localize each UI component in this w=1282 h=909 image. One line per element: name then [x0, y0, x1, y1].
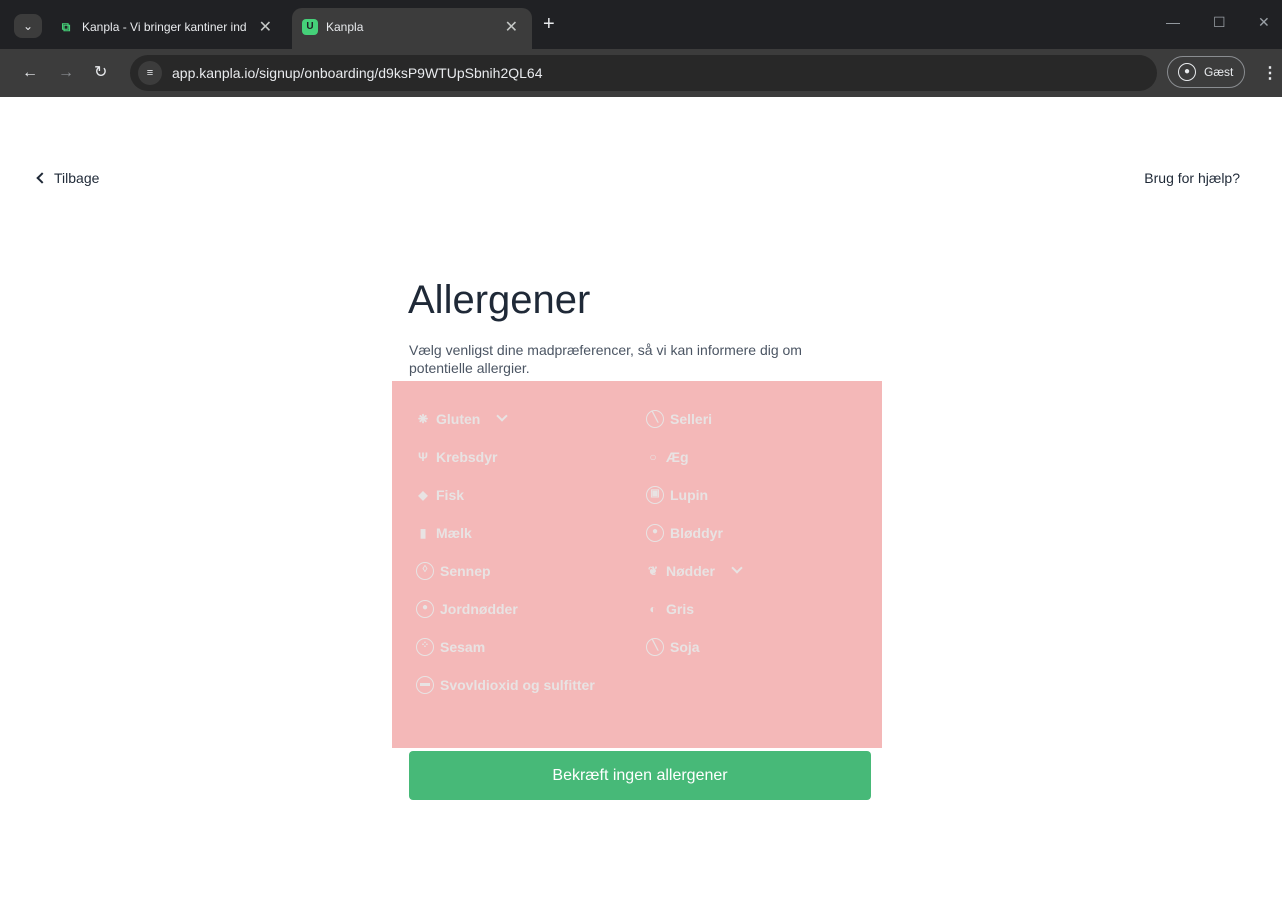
pig-icon: ◐	[649, 602, 657, 616]
mustard-icon: ◊	[416, 562, 434, 580]
kanpla-favicon: ⧉	[61, 20, 71, 34]
allergen-fisk[interactable]: ◆ Fisk	[416, 485, 464, 505]
allergen-label: Bløddyr	[670, 525, 723, 541]
milk-icon: ▮	[419, 526, 427, 540]
forward-arrow-icon[interactable]: →	[58, 63, 74, 83]
back-label: Tilbage	[54, 170, 100, 186]
allergen-soja[interactable]: ╲ Soja	[646, 637, 700, 657]
allergen-selleri[interactable]: ╲ Selleri	[646, 409, 712, 429]
allergen-gris[interactable]: ◐ Gris	[646, 599, 694, 619]
peanut-icon: ●	[416, 600, 434, 618]
url-text: app.kanpla.io/signup/onboarding/d9ksP9WT…	[172, 65, 543, 81]
mollusc-icon: ●	[646, 524, 664, 542]
allergen-label: Gluten	[436, 411, 481, 427]
tab-search-icon[interactable]: ⌄	[14, 14, 42, 38]
allergen-label: Krebsdyr	[436, 449, 498, 465]
back-link[interactable]: Tilbage	[36, 170, 100, 186]
allergen-svovldioxid[interactable]: ▬ Svovldioxid og sulfitter	[416, 675, 595, 695]
wheat-icon: ❋	[417, 412, 429, 426]
allergen-label: Fisk	[436, 487, 465, 503]
allergen-label: Gris	[666, 601, 695, 617]
allergen-label: Sennep	[440, 563, 491, 579]
allergen-list: ❋ Gluten Ψ Krebsdyr ◆ Fisk ▮ Mælk ◊ Senn…	[392, 381, 882, 748]
allergen-label: Jordnødder	[440, 601, 518, 617]
allergen-jordnodder[interactable]: ● Jordnødder	[416, 599, 518, 619]
site-settings-icon[interactable]: ≡	[138, 61, 162, 85]
browser-tab-bar: ⌄ ⧉ Kanpla - Vi bringer kantiner ind ✕ U…	[0, 0, 1282, 49]
menu-icon[interactable]: ⋮	[1262, 63, 1278, 83]
close-tab-icon[interactable]: ✕	[505, 17, 518, 37]
close-window-icon[interactable]: ✕	[1258, 14, 1270, 31]
egg-icon: ○	[649, 450, 657, 464]
lobster-icon: Ψ	[418, 450, 428, 464]
new-tab-icon[interactable]: +	[543, 14, 555, 34]
minimize-icon[interactable]: —	[1166, 14, 1180, 30]
allergen-krebsdyr[interactable]: Ψ Krebsdyr	[416, 447, 497, 467]
allergen-label: Æg	[666, 449, 689, 465]
allergen-label: Nødder	[666, 563, 715, 579]
allergen-aeg[interactable]: ○ Æg	[646, 447, 689, 467]
help-link[interactable]: Brug for hjælp?	[1144, 170, 1240, 186]
allergen-label: Sesam	[440, 639, 486, 655]
confirm-no-allergens-button[interactable]: Bekræft ingen allergener	[409, 751, 871, 800]
address-bar: ← → ↻ ≡ app.kanpla.io/signup/onboarding/…	[0, 49, 1282, 97]
sesame-icon: ⁘	[416, 638, 434, 656]
allergen-sesam[interactable]: ⁘ Sesam	[416, 637, 485, 657]
allergen-bloddyr[interactable]: ● Bløddyr	[646, 523, 723, 543]
page-title: Allergener	[408, 278, 591, 322]
celery-icon: ╲	[646, 410, 664, 428]
profile-label: Gæst	[1204, 65, 1234, 79]
tab-title: Kanpla - Vi bringer kantiner ind	[82, 20, 247, 34]
kanpla-favicon: U	[302, 19, 318, 35]
allergen-maelk[interactable]: ▮ Mælk	[416, 523, 472, 543]
chevron-down-icon[interactable]	[731, 562, 743, 574]
page-scrollbar[interactable]	[1274, 97, 1282, 909]
allergen-label: Soja	[670, 639, 700, 655]
profile-icon: ●	[1178, 63, 1196, 81]
allergen-label: Svovldioxid og sulfitter	[440, 677, 595, 693]
sulfite-icon: ▬	[416, 676, 434, 694]
soy-icon: ╲	[646, 638, 664, 656]
lupin-icon: ▣	[646, 486, 664, 504]
allergen-label: Lupin	[670, 487, 709, 503]
chevron-down-icon[interactable]	[496, 410, 509, 422]
back-arrow-icon[interactable]: ←	[22, 63, 38, 83]
url-field[interactable]: ≡ app.kanpla.io/signup/onboarding/d9ksP9…	[130, 55, 1157, 91]
tab-title: Kanpla	[326, 20, 364, 34]
allergen-sennep[interactable]: ◊ Sennep	[416, 561, 491, 581]
tab-kanpla-home[interactable]: ⧉ Kanpla - Vi bringer kantiner ind ✕	[48, 8, 286, 49]
allergen-label: Selleri	[670, 411, 713, 427]
close-tab-icon[interactable]: ✕	[259, 17, 272, 37]
allergen-nodder[interactable]: ❦ Nødder	[646, 561, 743, 581]
allergen-lupin[interactable]: ▣ Lupin	[646, 485, 708, 505]
profile-button[interactable]: ● Gæst	[1167, 56, 1245, 88]
nuts-icon: ❦	[647, 564, 659, 578]
page-subtitle: Vælg venligst dine madpræferencer, så vi…	[409, 342, 802, 376]
tab-kanpla-active[interactable]: U Kanpla ✕	[292, 8, 532, 49]
reload-icon[interactable]: ↻	[94, 63, 107, 83]
chevron-left-icon	[36, 172, 48, 184]
maximize-icon[interactable]: ☐	[1213, 14, 1226, 31]
fish-icon: ◆	[418, 488, 428, 502]
allergen-gluten[interactable]: ❋ Gluten	[416, 409, 509, 429]
allergen-label: Mælk	[436, 525, 472, 541]
